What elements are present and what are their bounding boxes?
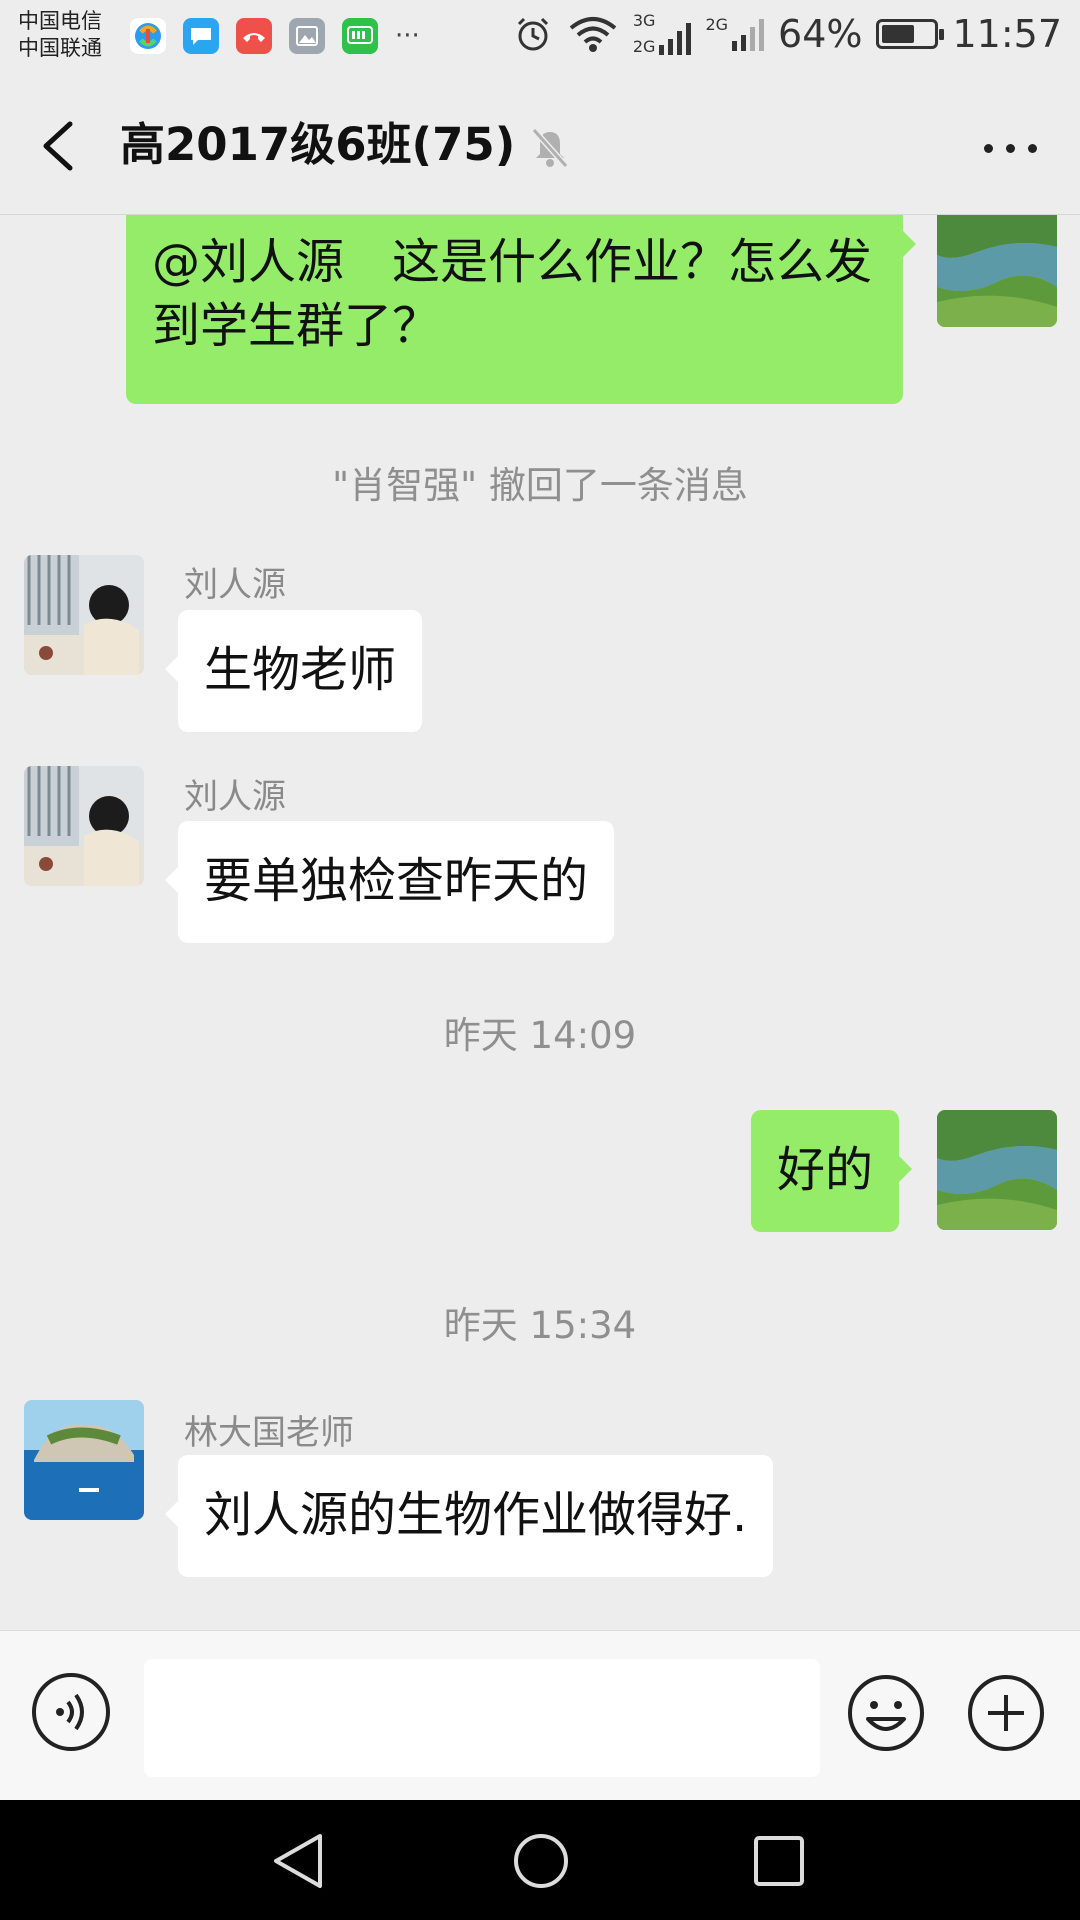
battery-icon (876, 19, 945, 49)
wifi-icon (569, 17, 617, 52)
mute-bell-icon (528, 126, 572, 170)
incoming-message-bubble[interactable]: 刘人源的生物作业做得好. (164, 1455, 774, 1577)
more-notifications-icon: ··· (395, 21, 420, 51)
gallery-app-icon (289, 18, 325, 54)
person-photo-avatar-icon (24, 555, 144, 675)
signal-1-icon: 3G 2G (633, 13, 692, 55)
net1-top-label: 3G (632, 11, 656, 30)
message-text: 生物老师 (204, 642, 397, 698)
square-recents-icon (754, 1836, 804, 1886)
incoming-message-bubble[interactable]: 生物老师 (164, 610, 423, 732)
carrier-2: 中国联通 (18, 36, 102, 60)
message-text: @刘人源 这是什么作业？怎么发到学生群了？ (152, 234, 873, 354)
nav-back-button[interactable] (270, 1832, 326, 1894)
signal-2-icon: 2G (705, 15, 765, 51)
lake-landscape-avatar-icon (937, 1110, 1057, 1230)
outgoing-message-bubble[interactable]: @刘人源 这是什么作业？怎么发到学生群了？ (126, 215, 916, 404)
carrier-1: 中国电信 (18, 9, 102, 33)
chat-title: 高2017级6班(75) (120, 118, 516, 171)
missed-call-icon (236, 18, 272, 54)
smiley-icon (848, 1675, 924, 1751)
plus-icon (968, 1675, 1044, 1751)
dot-icon (983, 143, 993, 153)
sender-name: 刘人源 (184, 777, 286, 817)
my-avatar[interactable] (937, 1110, 1057, 1230)
back-button[interactable] (34, 116, 90, 176)
recall-notice: "肖智强" 撤回了一条消息 (332, 464, 748, 507)
browser-app-icon (130, 18, 166, 54)
circle-home-icon (514, 1834, 568, 1888)
emoji-button[interactable] (846, 1673, 926, 1753)
status-bar: 中国电信 中国联通 ··· 3G 2G 2G 64% 11:57 (0, 0, 1080, 76)
island-sea-avatar-icon (24, 1400, 144, 1520)
net2-label: 2G (705, 15, 729, 34)
voice-input-button[interactable] (32, 1673, 110, 1751)
sender-avatar-lindaguo[interactable] (24, 1400, 144, 1520)
nav-home-button[interactable] (512, 1832, 570, 1894)
dot-icon (1005, 143, 1015, 153)
dot-icon (1027, 143, 1037, 153)
chat-header: 高2017级6班(75) (0, 76, 1080, 215)
back-arrow-icon (43, 121, 73, 171)
sender-avatar-liurenyuan[interactable] (24, 555, 144, 675)
battery-fill (882, 25, 915, 43)
sender-avatar-liurenyuan[interactable] (24, 766, 144, 886)
timestamp: 昨天 14:09 (443, 1014, 637, 1057)
alarm-icon (517, 17, 548, 51)
triangle-back-icon (274, 1834, 322, 1888)
more-actions-button[interactable] (966, 1673, 1046, 1753)
outgoing-message-bubble[interactable]: 好的 (751, 1110, 913, 1232)
message-input[interactable] (144, 1659, 820, 1777)
voice-icon (56, 1693, 84, 1731)
sender-name: 林大国老师 (184, 1413, 354, 1453)
my-avatar[interactable] (937, 215, 1057, 327)
system-navigation-bar (0, 1800, 1080, 1920)
input-bar (0, 1630, 1080, 1801)
carrier-labels: 中国电信 中国联通 (18, 8, 102, 62)
message-app-icon (183, 18, 219, 54)
status-right: 3G 2G 2G 64% 11:57 (513, 12, 1062, 56)
message-text: 要单独检查昨天的 (204, 853, 589, 909)
nav-recents-button[interactable] (752, 1834, 806, 1892)
sender-name: 刘人源 (184, 565, 286, 605)
clock: 11:57 (952, 12, 1062, 56)
timestamp: 昨天 15:34 (443, 1304, 637, 1347)
iqiyi-app-icon (342, 18, 378, 54)
battery-percent: 64% (778, 12, 863, 56)
person-photo-avatar-icon (24, 766, 144, 886)
lake-landscape-avatar-icon (937, 215, 1057, 327)
message-text: 好的 (777, 1142, 874, 1198)
net1-bottom-label: 2G (632, 37, 656, 56)
chat-messages[interactable]: @刘人源 这是什么作业？怎么发到学生群了？ "肖智强" 撤回了一条消息 刘人源 … (0, 215, 1080, 1630)
incoming-message-bubble[interactable]: 要单独检查昨天的 (164, 821, 615, 943)
notification-icons: ··· (130, 18, 420, 54)
more-menu-button[interactable] (970, 126, 1050, 170)
message-text: 刘人源的生物作业做得好. (204, 1487, 748, 1543)
